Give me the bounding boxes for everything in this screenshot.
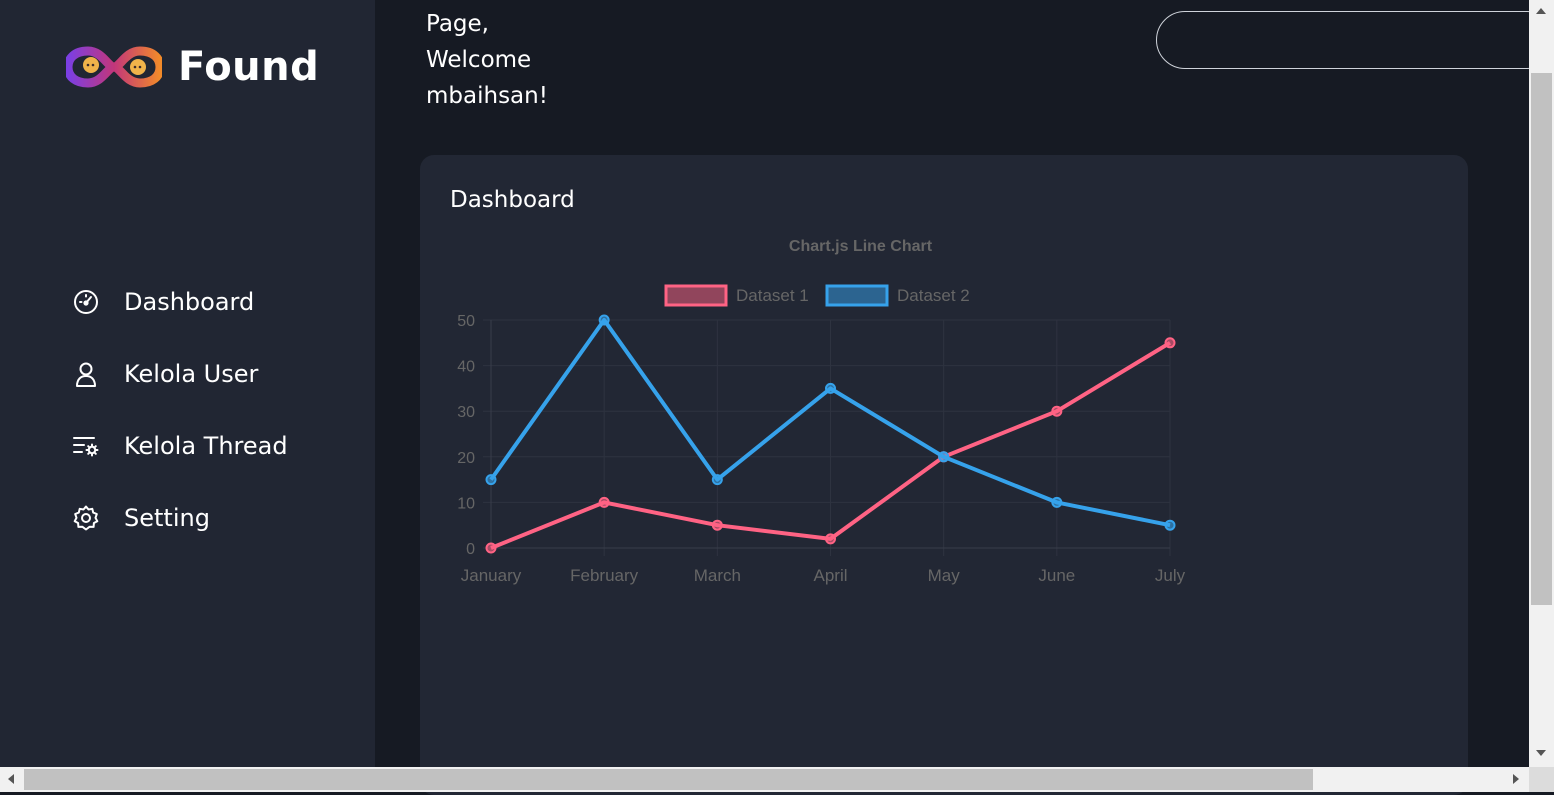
welcome-line: Page, bbox=[426, 11, 489, 37]
legend-label: Dataset 2 bbox=[897, 286, 970, 305]
y-tick-label: 0 bbox=[466, 541, 475, 558]
dashboard-card: Dashboard Chart.js Line Chart Dataset 1 Da… bbox=[420, 155, 1468, 795]
scroll-right-arrow-icon[interactable] bbox=[1513, 774, 1519, 784]
welcome-username: mbaihsan! bbox=[426, 83, 548, 109]
data-point bbox=[1164, 519, 1176, 531]
horizontal-scroll-thumb[interactable] bbox=[24, 769, 1313, 790]
sidebar-item-label: Kelola User bbox=[124, 360, 259, 388]
gauge-icon bbox=[72, 288, 100, 316]
sidebar-item-label: Kelola Thread bbox=[124, 432, 288, 460]
sidebar: Found Dashboard Kelola User Kelola Threa… bbox=[0, 0, 375, 767]
y-tick-label: 50 bbox=[457, 313, 475, 330]
data-point bbox=[711, 519, 723, 531]
sidebar-item-kelola-thread[interactable]: Kelola Thread bbox=[72, 410, 288, 482]
x-tick-label: April bbox=[813, 566, 847, 585]
x-tick-label: May bbox=[928, 566, 961, 585]
legend-label: Dataset 1 bbox=[736, 286, 809, 305]
chart-title: Chart.js Line Chart bbox=[789, 238, 933, 255]
x-tick-label: January bbox=[461, 566, 522, 585]
data-point bbox=[1051, 496, 1063, 508]
data-point bbox=[825, 533, 836, 545]
data-point bbox=[1164, 337, 1176, 349]
sidebar-item-kelola-user[interactable]: Kelola User bbox=[72, 338, 288, 410]
welcome-line: Welcome bbox=[426, 47, 532, 73]
legend-swatch bbox=[825, 284, 889, 307]
x-tick-label: February bbox=[570, 566, 639, 585]
line-chart: Chart.js Line Chart Dataset 1 Dataset 2 0 10… bbox=[457, 238, 1186, 585]
data-point bbox=[485, 474, 497, 486]
x-tick-label: June bbox=[1038, 566, 1075, 585]
gear-icon bbox=[72, 504, 100, 532]
scroll-left-arrow-icon[interactable] bbox=[8, 774, 14, 784]
welcome-text: Page, Welcome mbaihsan! bbox=[426, 6, 548, 114]
x-tick-label: July bbox=[1155, 566, 1186, 585]
data-point bbox=[598, 496, 610, 508]
scroll-up-arrow-icon[interactable] bbox=[1536, 8, 1546, 14]
vertical-scrollbar[interactable] bbox=[1529, 0, 1554, 767]
search-input[interactable] bbox=[1156, 11, 1554, 69]
horizontal-scrollbar[interactable] bbox=[0, 767, 1529, 792]
data-point bbox=[711, 474, 723, 486]
sidebar-item-dashboard[interactable]: Dashboard bbox=[72, 266, 288, 338]
sidebar-item-setting[interactable]: Setting bbox=[72, 482, 288, 554]
brand-logo[interactable]: Found bbox=[66, 44, 319, 90]
sidebar-item-label: Setting bbox=[124, 504, 210, 532]
brand-name: Found bbox=[178, 44, 320, 90]
data-point bbox=[938, 451, 950, 463]
y-tick-label: 40 bbox=[457, 359, 475, 376]
sidebar-item-label: Dashboard bbox=[124, 288, 255, 316]
y-tick-label: 10 bbox=[457, 495, 475, 512]
user-icon bbox=[72, 360, 100, 388]
infinity-logo-icon bbox=[66, 46, 162, 88]
data-point bbox=[1051, 405, 1063, 417]
scroll-down-arrow-icon[interactable] bbox=[1536, 750, 1546, 756]
y-tick-label: 30 bbox=[457, 404, 475, 421]
y-tick-label: 20 bbox=[457, 450, 475, 467]
vertical-scroll-thumb[interactable] bbox=[1531, 73, 1552, 605]
scrollbar-corner bbox=[1529, 767, 1554, 792]
list-settings-icon bbox=[72, 432, 100, 460]
x-tick-label: March bbox=[694, 566, 741, 585]
main-content: Page, Welcome mbaihsan! Dashboard Chart.… bbox=[375, 0, 1554, 795]
data-point bbox=[485, 542, 497, 554]
sidebar-nav: Dashboard Kelola User Kelola Thread Sett… bbox=[72, 266, 288, 554]
legend-swatch bbox=[664, 284, 728, 307]
data-point bbox=[825, 382, 836, 394]
data-point bbox=[598, 314, 610, 326]
